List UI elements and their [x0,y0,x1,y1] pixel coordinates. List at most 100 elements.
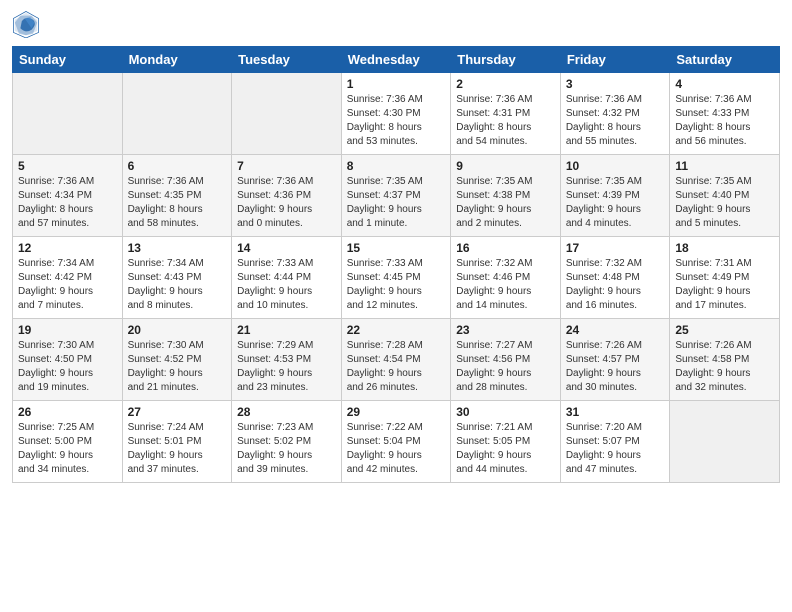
weekday-header-friday: Friday [560,47,670,73]
day-number: 12 [18,241,117,255]
day-number: 18 [675,241,774,255]
calendar-cell: 26Sunrise: 7:25 AM Sunset: 5:00 PM Dayli… [13,401,123,483]
calendar-week-row: 5 Sunrise: 7:36 AM Sunset: 4:34 PM Daylig… [13,155,780,237]
page-container: SundayMondayTuesdayWednesdayThursdayFrid… [0,0,792,493]
day-info: Sunrise: 7:36 AM Sunset: 4:30 PM Dayligh… [347,93,446,149]
day-number: 5 [18,159,117,173]
day-number: 11 [675,159,774,173]
day-info: Sunrise: 7:36 AM Sunset: 4:36 PM Dayligh… [237,175,336,231]
calendar-cell: 24 Sunrise: 7:26 AM Sunset: 4:57 PM Dayli… [560,319,670,401]
day-info: Sunrise: 7:33 AM Sunset: 4:45 PM Dayligh… [347,257,446,313]
calendar-cell [122,73,232,155]
day-number: 10 [566,159,665,173]
day-info: Sunrise: 7:29 AM Sunset: 4:53 PM Dayligh… [237,339,336,395]
calendar-cell: 23 Sunrise: 7:27 AM Sunset: 4:56 PM Dayli… [451,319,561,401]
day-info: Sunrise: 7:27 AM Sunset: 4:56 PM Dayligh… [456,339,555,395]
day-info: Sunrise: 7:26 AM Sunset: 4:58 PM Dayligh… [675,339,774,395]
day-number: 9 [456,159,555,173]
day-info: Sunrise: 7:21 AM Sunset: 5:05 PM Dayligh… [456,421,555,477]
day-info: Sunrise: 7:32 AM Sunset: 4:48 PM Dayligh… [566,257,665,313]
calendar-cell: 11 Sunrise: 7:35 AM Sunset: 4:40 PM Dayli… [670,155,780,237]
day-number: 29 [347,405,446,419]
day-info: Sunrise: 7:26 AM Sunset: 4:57 PM Dayligh… [566,339,665,395]
calendar-cell: 29 Sunrise: 7:22 AM Sunset: 5:04 PM Dayli… [341,401,451,483]
weekday-header-saturday: Saturday [670,47,780,73]
calendar-cell: 14Sunrise: 7:33 AM Sunset: 4:44 PM Dayli… [232,237,342,319]
weekday-header-row: SundayMondayTuesdayWednesdayThursdayFrid… [13,47,780,73]
calendar-cell: 10 Sunrise: 7:35 AM Sunset: 4:39 PM Dayli… [560,155,670,237]
day-info: Sunrise: 7:36 AM Sunset: 4:34 PM Dayligh… [18,175,117,231]
day-info: Sunrise: 7:31 AM Sunset: 4:49 PM Dayligh… [675,257,774,313]
weekday-header-sunday: Sunday [13,47,123,73]
day-number: 30 [456,405,555,419]
calendar-week-row: 1 Sunrise: 7:36 AM Sunset: 4:30 PM Daylig… [13,73,780,155]
day-number: 3 [566,77,665,91]
day-info: Sunrise: 7:20 AM Sunset: 5:07 PM Dayligh… [566,421,665,477]
logo [12,10,44,38]
day-number: 4 [675,77,774,91]
calendar-cell: 20 Sunrise: 7:30 AM Sunset: 4:52 PM Dayli… [122,319,232,401]
calendar-cell: 18 Sunrise: 7:31 AM Sunset: 4:49 PM Dayli… [670,237,780,319]
day-info: Sunrise: 7:35 AM Sunset: 4:37 PM Dayligh… [347,175,446,231]
calendar-cell: 25 Sunrise: 7:26 AM Sunset: 4:58 PM Dayli… [670,319,780,401]
calendar-cell: 1 Sunrise: 7:36 AM Sunset: 4:30 PM Daylig… [341,73,451,155]
calendar-cell: 30 Sunrise: 7:21 AM Sunset: 5:05 PM Dayli… [451,401,561,483]
calendar-cell: 5 Sunrise: 7:36 AM Sunset: 4:34 PM Daylig… [13,155,123,237]
day-info: Sunrise: 7:36 AM Sunset: 4:33 PM Dayligh… [675,93,774,149]
calendar-cell: 4 Sunrise: 7:36 AM Sunset: 4:33 PM Daylig… [670,73,780,155]
day-info: Sunrise: 7:30 AM Sunset: 4:52 PM Dayligh… [128,339,227,395]
calendar-cell [670,401,780,483]
calendar-cell [13,73,123,155]
calendar-cell: 21 Sunrise: 7:29 AM Sunset: 4:53 PM Dayli… [232,319,342,401]
day-number: 8 [347,159,446,173]
logo-icon [12,10,40,38]
day-number: 21 [237,323,336,337]
calendar-cell: 22 Sunrise: 7:28 AM Sunset: 4:54 PM Dayli… [341,319,451,401]
day-info: Sunrise: 7:35 AM Sunset: 4:39 PM Dayligh… [566,175,665,231]
day-number: 15 [347,241,446,255]
day-number: 7 [237,159,336,173]
day-info: Sunrise: 7:28 AM Sunset: 4:54 PM Dayligh… [347,339,446,395]
day-info: Sunrise: 7:35 AM Sunset: 4:40 PM Dayligh… [675,175,774,231]
weekday-header-wednesday: Wednesday [341,47,451,73]
calendar-cell: 2Sunrise: 7:36 AM Sunset: 4:31 PM Daylig… [451,73,561,155]
day-number: 14 [237,241,336,255]
day-number: 28 [237,405,336,419]
weekday-header-tuesday: Tuesday [232,47,342,73]
day-info: Sunrise: 7:25 AM Sunset: 5:00 PM Dayligh… [18,421,117,477]
day-info: Sunrise: 7:34 AM Sunset: 4:43 PM Dayligh… [128,257,227,313]
day-number: 20 [128,323,227,337]
day-info: Sunrise: 7:36 AM Sunset: 4:31 PM Dayligh… [456,93,555,149]
weekday-header-monday: Monday [122,47,232,73]
calendar-week-row: 19Sunrise: 7:30 AM Sunset: 4:50 PM Dayli… [13,319,780,401]
day-number: 27 [128,405,227,419]
day-number: 22 [347,323,446,337]
day-number: 25 [675,323,774,337]
calendar-cell: 13Sunrise: 7:34 AM Sunset: 4:43 PM Dayli… [122,237,232,319]
day-number: 23 [456,323,555,337]
calendar-cell [232,73,342,155]
day-number: 6 [128,159,227,173]
day-number: 17 [566,241,665,255]
calendar-cell: 16Sunrise: 7:32 AM Sunset: 4:46 PM Dayli… [451,237,561,319]
day-number: 1 [347,77,446,91]
calendar-week-row: 12Sunrise: 7:34 AM Sunset: 4:42 PM Dayli… [13,237,780,319]
day-info: Sunrise: 7:24 AM Sunset: 5:01 PM Dayligh… [128,421,227,477]
day-info: Sunrise: 7:23 AM Sunset: 5:02 PM Dayligh… [237,421,336,477]
calendar-cell: 19Sunrise: 7:30 AM Sunset: 4:50 PM Dayli… [13,319,123,401]
calendar-cell: 28 Sunrise: 7:23 AM Sunset: 5:02 PM Dayli… [232,401,342,483]
day-number: 19 [18,323,117,337]
day-info: Sunrise: 7:35 AM Sunset: 4:38 PM Dayligh… [456,175,555,231]
day-number: 24 [566,323,665,337]
calendar-cell: 9 Sunrise: 7:35 AM Sunset: 4:38 PM Daylig… [451,155,561,237]
day-info: Sunrise: 7:32 AM Sunset: 4:46 PM Dayligh… [456,257,555,313]
calendar-cell: 6 Sunrise: 7:36 AM Sunset: 4:35 PM Daylig… [122,155,232,237]
calendar-cell: 3Sunrise: 7:36 AM Sunset: 4:32 PM Daylig… [560,73,670,155]
calendar-cell: 12Sunrise: 7:34 AM Sunset: 4:42 PM Dayli… [13,237,123,319]
calendar-cell: 31 Sunrise: 7:20 AM Sunset: 5:07 PM Dayli… [560,401,670,483]
day-info: Sunrise: 7:22 AM Sunset: 5:04 PM Dayligh… [347,421,446,477]
calendar-cell: 27 Sunrise: 7:24 AM Sunset: 5:01 PM Dayli… [122,401,232,483]
weekday-header-thursday: Thursday [451,47,561,73]
day-info: Sunrise: 7:36 AM Sunset: 4:35 PM Dayligh… [128,175,227,231]
day-number: 31 [566,405,665,419]
